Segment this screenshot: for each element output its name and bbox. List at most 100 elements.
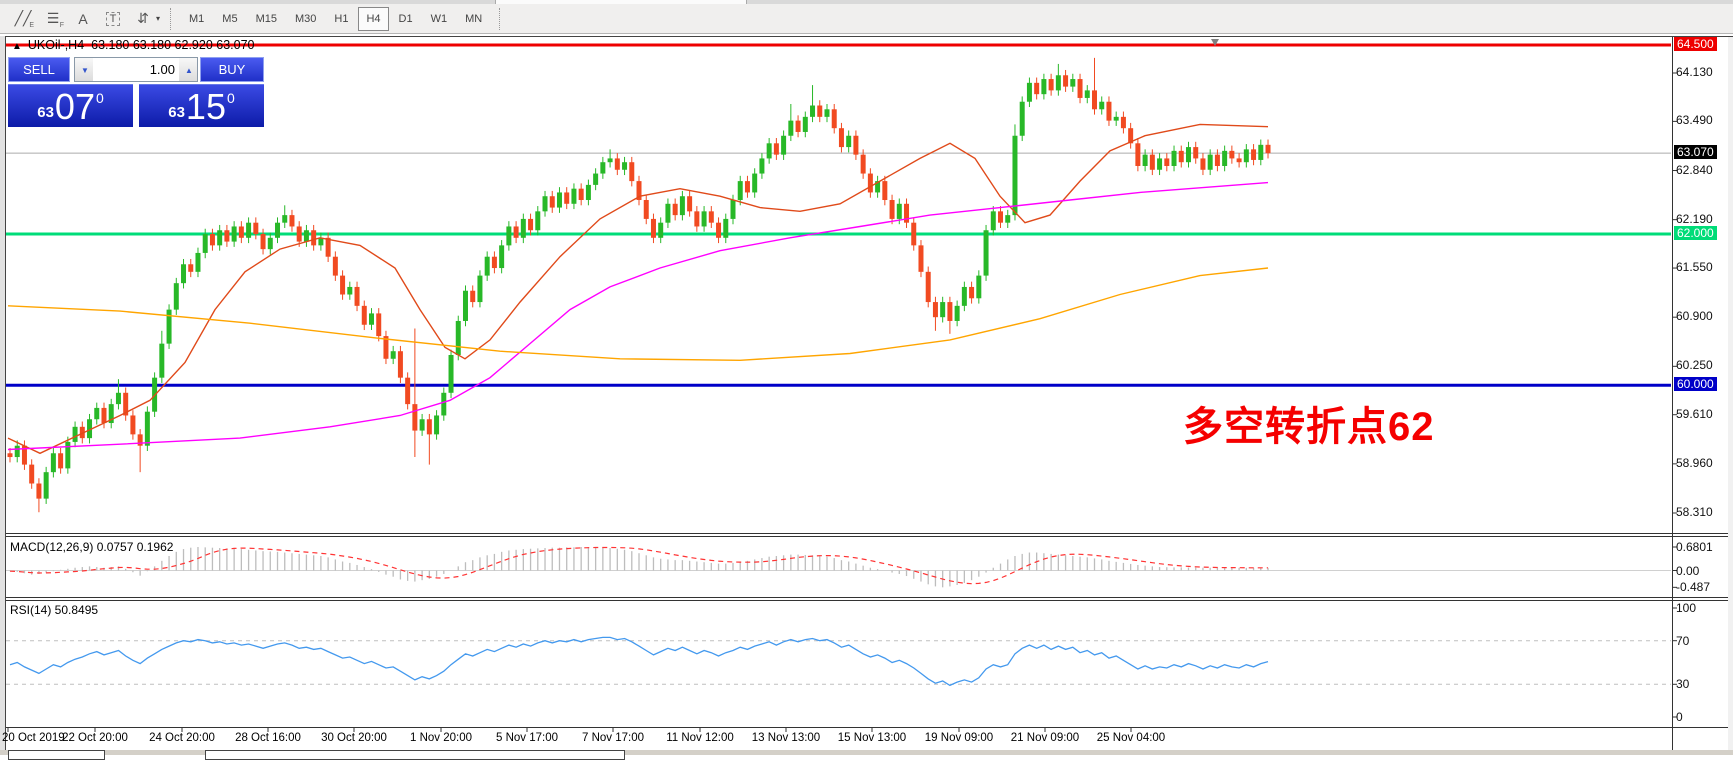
- chart-title: ▲UKOil-,H4 63.180 63.180 62.920 63.070: [12, 38, 254, 52]
- candle: [752, 174, 757, 193]
- sell-price-display[interactable]: 63 07 0: [8, 84, 133, 127]
- time-axis-label: 7 Nov 17:00: [582, 732, 644, 744]
- candle: [817, 106, 822, 117]
- time-axis-label: 20 Oct 2019: [2, 732, 65, 744]
- candle: [1092, 90, 1097, 109]
- candle: [369, 313, 374, 324]
- candle: [1237, 158, 1242, 162]
- time-axis-label: 13 Nov 13:00: [752, 732, 820, 744]
- candle: [1005, 215, 1010, 223]
- macd-pane-resize-handle[interactable]: [6, 536, 1733, 537]
- candle: [1222, 151, 1227, 166]
- candle: [347, 287, 352, 295]
- candle: [145, 412, 150, 446]
- candle: [694, 211, 699, 226]
- ma-fast-red: [8, 124, 1268, 453]
- candle: [376, 313, 381, 336]
- one-click-panel-toggle-icon[interactable]: ▲: [12, 41, 22, 52]
- candle: [239, 226, 244, 237]
- time-axis-label: 19 Nov 09:00: [925, 732, 993, 744]
- candle: [1179, 151, 1184, 162]
- candle: [362, 306, 367, 325]
- candle: [514, 226, 519, 237]
- candle: [528, 219, 533, 230]
- ma-mid-magenta: [8, 183, 1268, 450]
- candle: [138, 434, 143, 445]
- candle: [1258, 145, 1263, 160]
- candle: [456, 321, 461, 355]
- candle: [1215, 155, 1220, 166]
- time-axis-label: 25 Nov 04:00: [1097, 732, 1165, 744]
- candle: [629, 162, 634, 181]
- candle: [224, 230, 229, 241]
- candle: [608, 158, 613, 162]
- candle: [492, 257, 497, 268]
- candle: [1208, 155, 1213, 170]
- candle: [1244, 149, 1249, 162]
- candle: [1078, 79, 1083, 98]
- price-axis-label-60.900: 60.900: [1676, 309, 1713, 323]
- time-axis-label: 5 Nov 17:00: [496, 732, 558, 744]
- price-axis-label-58.310: 58.310: [1676, 505, 1713, 519]
- candle: [1020, 102, 1025, 136]
- candle: [405, 378, 410, 404]
- time-axis-label: 24 Oct 20:00: [149, 732, 215, 744]
- candle: [788, 121, 793, 136]
- candle: [521, 219, 526, 238]
- candle: [810, 106, 815, 117]
- candle: [94, 408, 99, 419]
- candle: [564, 192, 569, 203]
- candle: [36, 484, 41, 499]
- time-axis-border: [6, 727, 1733, 728]
- macd-axis-label--0.487: -0.487: [1676, 580, 1710, 594]
- price-axis-label-62.840: 62.840: [1676, 163, 1713, 177]
- candle: [246, 223, 251, 238]
- volume-decrease-button[interactable]: ▼: [75, 58, 93, 81]
- sell-button[interactable]: SELL: [8, 57, 70, 82]
- candle: [1114, 117, 1119, 121]
- price-axis-label-58.960: 58.960: [1676, 456, 1713, 470]
- rsi-pane-resize-handle[interactable]: [6, 600, 1733, 601]
- candle: [1229, 151, 1234, 159]
- candle: [463, 291, 468, 321]
- candle: [159, 344, 164, 378]
- candle: [1085, 90, 1090, 98]
- price-axis-label-60.250: 60.250: [1676, 358, 1713, 372]
- price-axis-border: [1672, 37, 1673, 750]
- buy-price-pips: 15: [186, 90, 226, 124]
- candle: [1041, 79, 1046, 94]
- volume-input[interactable]: [93, 58, 179, 81]
- candle: [1150, 155, 1155, 170]
- candle: [853, 136, 858, 155]
- buy-button[interactable]: BUY: [200, 57, 264, 82]
- candle: [774, 143, 779, 154]
- candle: [391, 351, 396, 359]
- candle: [304, 230, 309, 241]
- candle: [622, 162, 627, 170]
- candle: [1186, 147, 1191, 162]
- chart-tab[interactable]: [8, 750, 105, 760]
- time-axis-label: 30 Oct 20:00: [321, 732, 387, 744]
- candle: [506, 226, 511, 245]
- candle: [477, 276, 482, 302]
- chart-tab[interactable]: [205, 750, 625, 760]
- volume-increase-button[interactable]: ▲: [179, 58, 197, 81]
- candle: [897, 204, 902, 219]
- candle: [658, 223, 663, 238]
- candle: [1070, 79, 1075, 87]
- main-pane-bottom-border: [6, 533, 1733, 534]
- candle: [543, 196, 548, 211]
- sell-price-pips: 07: [55, 90, 95, 124]
- candle: [824, 109, 829, 117]
- candle: [167, 310, 172, 344]
- buy-price-display[interactable]: 63 15 0: [139, 84, 264, 127]
- buy-price-whole: 63: [168, 104, 185, 121]
- candle: [449, 355, 454, 393]
- candle: [73, 427, 78, 442]
- candle: [217, 230, 222, 245]
- candle: [832, 109, 837, 128]
- candle: [427, 419, 432, 434]
- candle: [731, 200, 736, 219]
- time-axis-label: 11 Nov 12:00: [666, 732, 734, 744]
- rsi-indicator-label: RSI(14) 50.8495: [10, 603, 98, 617]
